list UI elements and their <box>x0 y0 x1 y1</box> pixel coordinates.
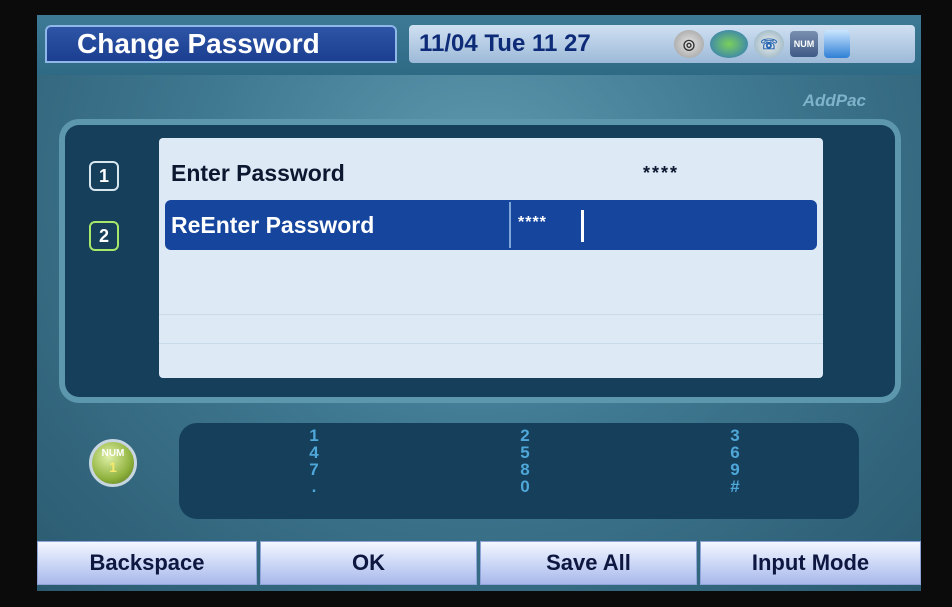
key-1: 1 <box>309 426 319 445</box>
key-dot: . <box>311 477 317 496</box>
key-3: 3 <box>730 426 740 445</box>
brand-logo: AddPac <box>802 91 866 110</box>
reenter-password-row[interactable]: ReEnter Password **** <box>165 200 817 250</box>
phone-icon: ☏ <box>754 30 784 58</box>
password-form: Enter Password **** ReEnter Password ***… <box>159 138 823 378</box>
reenter-password-label: ReEnter Password <box>171 212 375 238</box>
computer-icon <box>824 30 850 58</box>
enter-password-label: Enter Password <box>171 160 345 186</box>
device-screen: Change Password 11/04 Tue 11 27 ◎ ☏ NUM … <box>37 15 921 591</box>
key-5: 5 <box>520 443 530 462</box>
key-0: 0 <box>520 477 530 496</box>
divider <box>159 314 823 315</box>
key-6: 6 <box>730 443 740 462</box>
network-status-icon: ◎ <box>674 30 704 58</box>
num-lock-icon: NUM <box>790 31 818 57</box>
key-9: 9 <box>730 460 740 479</box>
keypad-column-2: 2 5 8 0 <box>510 427 540 495</box>
keypad-hint: 1 4 7 . 2 5 8 0 3 6 9 # <box>179 423 859 519</box>
keypad-column-1: 1 4 7 . <box>299 427 329 495</box>
key-8: 8 <box>520 460 530 479</box>
text-cursor <box>581 210 584 242</box>
row-index-badge-1: 1 <box>89 161 119 191</box>
field-divider <box>509 202 511 248</box>
globe-icon <box>710 30 748 58</box>
header-bar: Change Password 11/04 Tue 11 27 ◎ ☏ NUM <box>37 15 921 75</box>
input-mode-value: 1 <box>109 459 117 475</box>
enter-password-row[interactable]: Enter Password **** <box>165 148 817 198</box>
divider <box>159 343 823 344</box>
date-time: 11/04 Tue 11 27 <box>419 30 591 57</box>
reenter-password-field[interactable]: **** <box>518 200 547 246</box>
page-title: Change Password <box>45 25 397 63</box>
row-index-badge-2: 2 <box>89 221 119 251</box>
backspace-button[interactable]: Backspace <box>37 541 257 585</box>
keypad-column-3: 3 6 9 # <box>720 427 750 495</box>
input-mode-label: NUM <box>101 448 125 459</box>
ok-button[interactable]: OK <box>260 541 477 585</box>
input-mode-button[interactable]: Input Mode <box>700 541 921 585</box>
status-icons: ◎ ☏ NUM <box>674 29 850 59</box>
key-4: 4 <box>309 443 319 462</box>
softkey-bar: Backspace OK Save All Input Mode <box>37 541 921 589</box>
save-all-button[interactable]: Save All <box>480 541 697 585</box>
key-7: 7 <box>309 460 319 479</box>
key-2: 2 <box>520 426 530 445</box>
input-mode-indicator[interactable]: NUM 1 <box>89 439 137 487</box>
key-hash: # <box>730 477 740 496</box>
enter-password-field[interactable]: **** <box>643 148 679 198</box>
status-bar: 11/04 Tue 11 27 ◎ ☏ NUM <box>409 25 915 63</box>
